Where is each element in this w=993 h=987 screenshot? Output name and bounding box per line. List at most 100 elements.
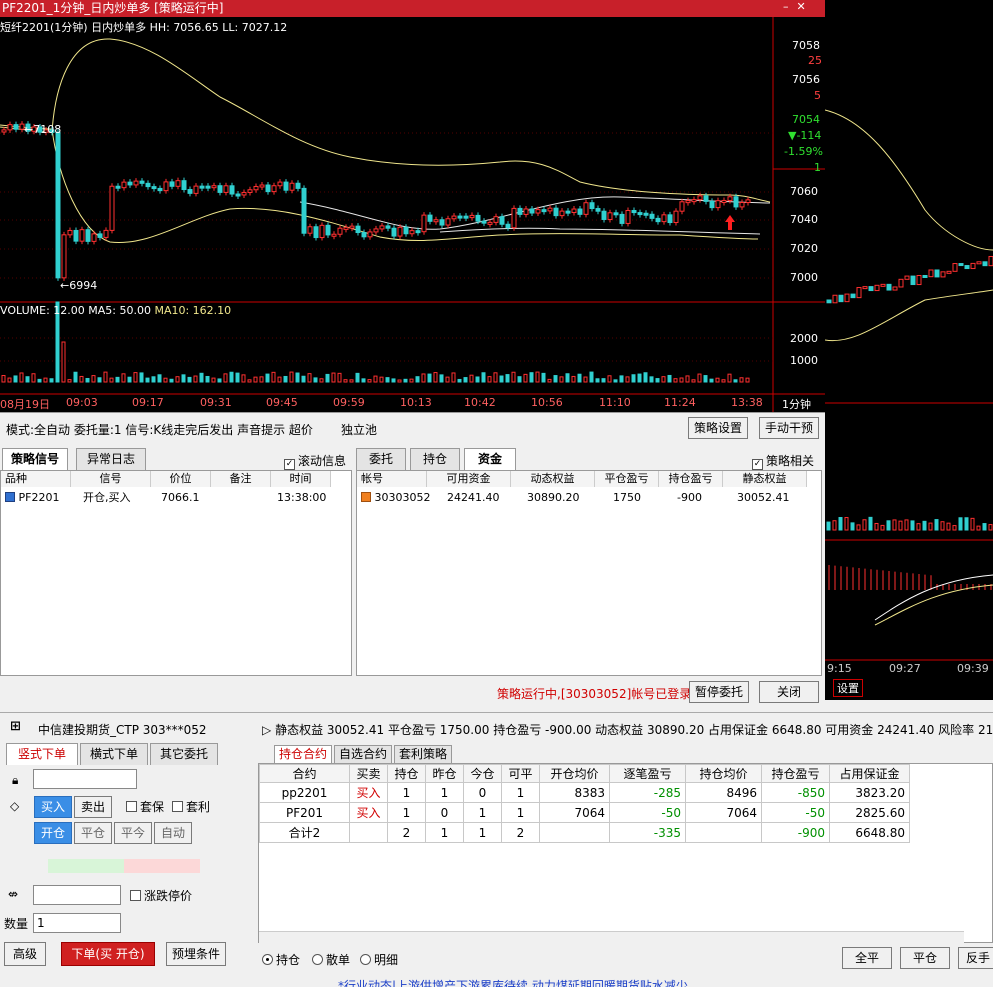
pos-col-header[interactable]: 持仓盈亏 [761,764,830,783]
tab-funds[interactable]: 资金 [464,448,516,470]
checkbox-icon[interactable] [126,801,137,812]
close-position-bottom-button[interactable]: 平仓 [900,947,950,969]
table-row[interactable]: 30303052 [361,490,431,506]
scroll-info-check[interactable]: ✓ 滚动信息 [284,452,346,470]
window-controls[interactable]: –✕ [783,0,823,13]
submit-order-button[interactable]: 下单(买 开仓) [61,942,155,966]
qty-input[interactable]: 1 [33,913,121,933]
pos-col-header[interactable]: 持仓 [387,764,426,783]
candle [535,209,541,214]
table-row[interactable]: 合计2 2 1 1 2 -335 -900 6648.80 [259,822,910,843]
pos-cell: 1 [463,802,502,823]
bid-price-bar[interactable] [48,859,124,873]
close-all-button[interactable]: 全平 [842,947,892,969]
checkbox-icon[interactable] [130,890,141,901]
tab-exception-log[interactable]: 异常日志 [76,448,146,470]
horizontal-scrollbar[interactable] [259,931,964,943]
pos-col-header[interactable]: 可平 [501,764,540,783]
manual-intervention-button[interactable]: 手动干预 [759,417,819,439]
hedge-check[interactable]: 套保 [126,798,164,815]
tab-positions[interactable]: 持仓 [410,448,460,470]
volume-bar [988,524,993,531]
collapse-arrow-icon[interactable]: ▷ [262,723,271,737]
price-input[interactable] [33,885,121,905]
close-button[interactable]: 关闭 [759,681,819,703]
auto-button[interactable]: 自动 [154,822,192,844]
pos-col-header[interactable]: 今仓 [463,764,502,783]
volume-bar [844,517,849,531]
tab-arb-strategy[interactable]: 套利策略 [394,745,452,763]
pause-order-button[interactable]: 暂停委托 [689,681,749,703]
candle [583,202,589,215]
candle [517,207,523,215]
candle [874,284,880,292]
arbitrage-check[interactable]: 套利 [172,798,210,815]
minimize-icon[interactable]: – [783,0,797,13]
precondition-button[interactable]: 预埋条件 [166,942,226,966]
volume-bar [649,376,654,383]
reverse-button[interactable]: 反手 [958,947,993,969]
static-equity-cell: 30052.41 [737,491,790,504]
limit-price-check[interactable]: 涨跌停价 [130,887,192,904]
open-button[interactable]: 开仓 [34,822,72,844]
tab-other-order[interactable]: 其它委托 [150,743,218,765]
table-row[interactable]: PF201 买入 1 0 1 1 7064 -50 7064 -50 2825.60 [259,802,910,823]
radio-holding[interactable]: 持仓 [262,951,300,968]
contract-input[interactable] [33,769,137,789]
related-strategy-check[interactable]: ✓ 策略相关 [752,452,814,470]
volume-bar [571,375,576,383]
volume-bar [235,372,240,383]
tab-vertical-order[interactable]: 竖式下单 [6,743,78,765]
buy-button[interactable]: 买入 [34,796,72,818]
secondary-settings-button[interactable]: 设置 [833,679,863,697]
volume-bar [868,516,873,531]
checkbox-icon[interactable]: ✓ [752,459,763,470]
tab-held-contracts[interactable]: 持仓合约 [274,745,332,763]
strategy-settings-button[interactable]: 策略设置 [688,417,748,439]
volume-bar [25,376,30,383]
ask-price-bar[interactable] [124,859,200,873]
advanced-button[interactable]: 高级 [4,942,46,966]
expand-icon[interactable]: ⊞ [10,719,21,734]
sell-button[interactable]: 卖出 [74,796,112,818]
pos-col-header[interactable]: 昨仓 [425,764,464,783]
volume-bar [589,371,594,383]
hold-pl-cell: -900 [677,491,702,504]
pos-col-header[interactable]: 开仓均价 [539,764,610,783]
pos-cell: 1 [463,822,502,843]
table-row[interactable]: pp2201 买入 1 1 0 1 8383 -285 8496 -850 3823.20 [259,782,910,803]
table-row[interactable]: PF2201 [5,490,59,506]
pos-cell: 2 [501,822,540,843]
radio-icon[interactable] [262,954,273,965]
close-today-button[interactable]: 平今 [114,822,152,844]
candle [880,283,886,287]
close-icon[interactable]: ✕ [797,0,814,13]
tab-orders[interactable]: 委托 [356,448,406,470]
pos-col-header[interactable]: 买卖 [349,764,388,783]
secondary-chart-svg [824,109,993,661]
candle [703,195,709,202]
pos-col-header[interactable]: 占用保证金 [829,764,910,783]
candle [235,193,241,197]
pos-cell: 买入 [349,802,388,823]
pos-cell: 6648.80 [829,822,910,843]
volume-bar [301,375,306,383]
radio-detail[interactable]: 明细 [360,951,398,968]
radio-icon[interactable] [360,954,371,965]
checkbox-icon[interactable] [172,801,183,812]
tab-horizontal-order[interactable]: 横式下单 [80,743,148,765]
radio-icon[interactable] [312,954,323,965]
tab-watch-contracts[interactable]: 自选合约 [334,745,392,763]
close-position-button[interactable]: 平仓 [74,822,112,844]
volume-bar [916,523,921,531]
checkbox-icon[interactable]: ✓ [284,459,295,470]
pos-col-header[interactable]: 合约 [259,764,350,783]
radio-loose[interactable]: 散单 [312,951,350,968]
pos-col-header[interactable]: 持仓均价 [685,764,762,783]
pos-col-header[interactable]: 逐笔盈亏 [609,764,686,783]
pos-cell: 买入 [349,782,388,803]
tab-strategy-signal[interactable]: 策略信号 [2,448,68,470]
volume-bar [619,375,624,383]
period-label[interactable]: 1分钟 [782,396,811,412]
signal-cell: 开仓,买入 [83,491,131,504]
